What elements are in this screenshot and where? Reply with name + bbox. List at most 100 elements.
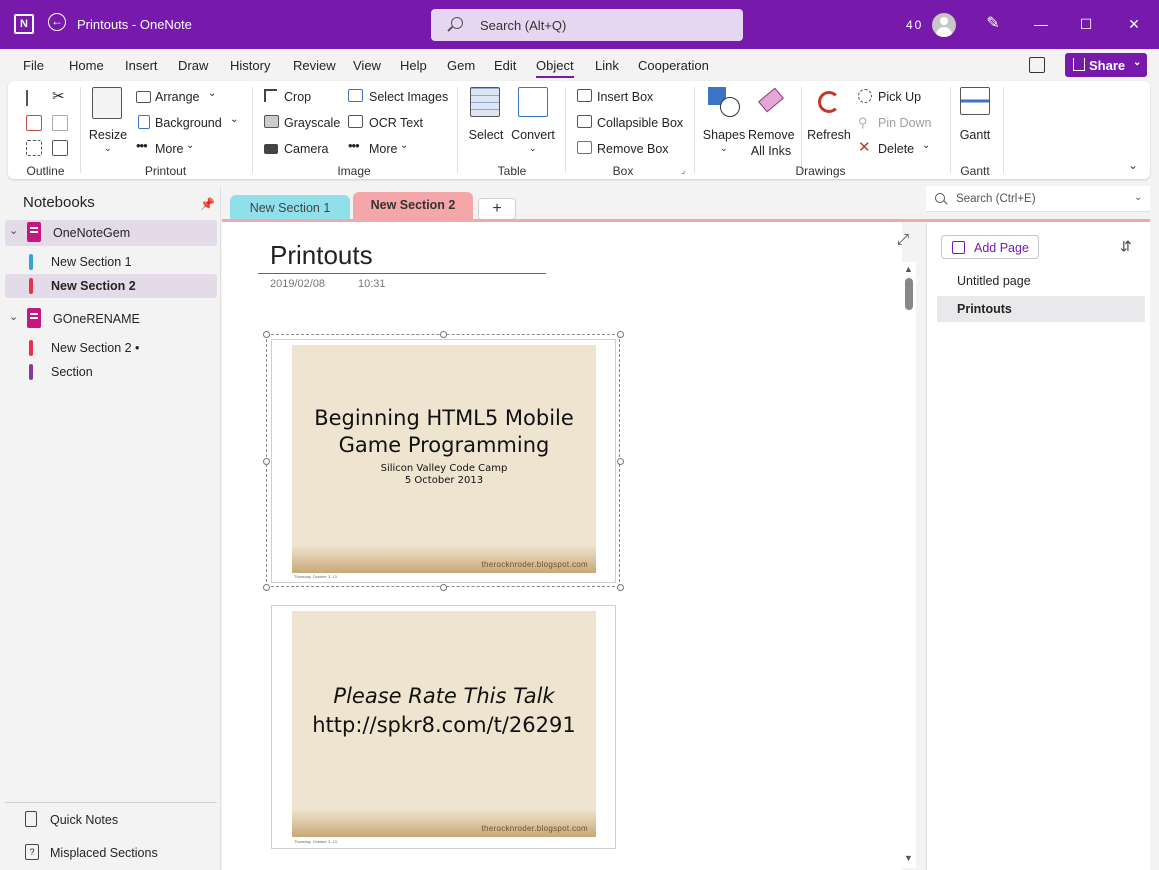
pen-icon[interactable]: ✎ bbox=[983, 14, 1003, 34]
paste-icon[interactable] bbox=[52, 115, 68, 131]
notebook-navigation: Notebooks 📌 ⌄ OneNoteGem New Section 1 N… bbox=[0, 186, 221, 870]
divider bbox=[801, 87, 802, 173]
tab-gem[interactable]: Gem bbox=[447, 58, 475, 73]
quick-notes[interactable]: Quick Notes bbox=[5, 808, 217, 832]
notebook-view-icon[interactable] bbox=[1029, 57, 1045, 73]
search-box[interactable]: Search (Alt+Q) bbox=[431, 9, 743, 41]
dialog-launcher-icon[interactable]: ⌟ bbox=[681, 165, 685, 176]
search-icon bbox=[935, 193, 945, 203]
pin-icon[interactable]: 📌 bbox=[200, 197, 215, 211]
resize-handle[interactable] bbox=[263, 331, 270, 338]
resize-handle[interactable] bbox=[263, 458, 270, 465]
scroll-up-arrow-icon[interactable]: ▲ bbox=[904, 264, 913, 274]
page-list-panel: Add Page ⇵ Untitled page Printouts bbox=[926, 222, 1150, 870]
table-select-label: Select bbox=[468, 128, 504, 142]
tab-edit[interactable]: Edit bbox=[494, 58, 516, 73]
printout-page-2[interactable]: Please Rate This Talk http://spkr8.com/t… bbox=[271, 605, 616, 849]
section-color-bar bbox=[29, 340, 33, 356]
tab-history[interactable]: History bbox=[230, 58, 270, 73]
chevron-down-icon[interactable]: ⌄ bbox=[1134, 192, 1142, 203]
page-title[interactable]: Printouts bbox=[270, 240, 373, 271]
tab-new-section-1[interactable]: New Section 1 bbox=[230, 195, 350, 221]
chevron-down-icon[interactable]: ⌄ bbox=[9, 224, 18, 237]
ocr-text-label: OCR Text bbox=[369, 116, 423, 130]
close-button[interactable]: ✕ bbox=[1120, 12, 1148, 36]
notebook-label: OneNoteGem bbox=[53, 226, 131, 240]
tab-file[interactable]: File bbox=[23, 58, 44, 73]
tab-review[interactable]: Review bbox=[293, 58, 336, 73]
add-section-button[interactable]: + bbox=[478, 198, 516, 220]
scrollbar-thumb[interactable] bbox=[905, 278, 913, 310]
tab-cooperation[interactable]: Cooperation bbox=[638, 58, 709, 73]
tab-link[interactable]: Link bbox=[595, 58, 619, 73]
notebook-gonerename[interactable]: ⌄ GOneRENAME bbox=[5, 306, 217, 332]
misplaced-sections[interactable]: ? Misplaced Sections bbox=[5, 841, 217, 865]
divider bbox=[694, 87, 695, 173]
tab-draw[interactable]: Draw bbox=[178, 58, 208, 73]
convert-icon bbox=[518, 87, 548, 117]
more-icon: ••• bbox=[348, 138, 360, 153]
page-search[interactable]: Search (Ctrl+E) ⌄ bbox=[926, 186, 1150, 212]
resize-handle[interactable] bbox=[440, 584, 447, 591]
notebook-icon bbox=[27, 308, 41, 328]
resize-handle[interactable] bbox=[440, 331, 447, 338]
quick-notes-icon bbox=[25, 811, 37, 827]
add-page-icon bbox=[952, 241, 965, 254]
tab-home[interactable]: Home bbox=[69, 58, 104, 73]
resize-icon bbox=[92, 87, 122, 119]
ocr-icon bbox=[348, 115, 363, 128]
avatar[interactable] bbox=[932, 13, 956, 37]
notification-count[interactable]: 40 bbox=[906, 18, 923, 32]
notebook-onenotegem[interactable]: ⌄ OneNoteGem bbox=[5, 220, 217, 246]
remove-all-inks-label: Remove All Inks bbox=[748, 127, 795, 159]
group-label-table: Table bbox=[497, 164, 527, 178]
tab-insert[interactable]: Insert bbox=[125, 58, 158, 73]
tab-help[interactable]: Help bbox=[400, 58, 427, 73]
section-new-section-2[interactable]: New Section 2 bbox=[5, 274, 217, 298]
outline-structure-icon[interactable] bbox=[26, 115, 42, 131]
pick-up-icon bbox=[858, 89, 872, 103]
background-icon bbox=[138, 115, 150, 129]
chevron-down-icon[interactable]: ⌄ bbox=[9, 310, 18, 323]
slide-heading-line2: Game Programming bbox=[338, 433, 550, 457]
page-scrollbar[interactable]: ▲ ▼ bbox=[902, 262, 916, 868]
chevron-down-icon: ⌄ bbox=[720, 143, 728, 153]
scroll-down-arrow-icon[interactable]: ▼ bbox=[904, 853, 913, 863]
section-new-section-1[interactable]: New Section 1 bbox=[5, 250, 217, 274]
outline-select-icon[interactable] bbox=[26, 140, 42, 156]
resize-handle[interactable] bbox=[263, 584, 270, 591]
copy-icon[interactable] bbox=[52, 140, 68, 156]
section-label: Section bbox=[51, 365, 93, 379]
back-arrow-icon[interactable]: ← bbox=[48, 13, 66, 31]
tab-object[interactable]: Object bbox=[536, 58, 574, 78]
cut-icon[interactable]: ✂ bbox=[52, 89, 68, 105]
section-new-section-2[interactable]: New Section 2 • bbox=[5, 336, 217, 360]
printout-page-1[interactable]: Beginning HTML5 Mobile Game Programming … bbox=[271, 339, 616, 583]
group-label-gantt: Gantt bbox=[960, 164, 990, 178]
share-button[interactable]: Share ⌄ bbox=[1065, 53, 1147, 77]
expand-icon[interactable]: ⤢ bbox=[897, 231, 909, 248]
maximize-button[interactable]: ☐ bbox=[1072, 12, 1100, 36]
misplaced-sections-icon: ? bbox=[25, 844, 39, 860]
collapse-ribbon-icon[interactable]: ⌄ bbox=[1128, 158, 1138, 172]
section-section[interactable]: Section bbox=[5, 360, 217, 384]
resize-handle[interactable] bbox=[617, 331, 624, 338]
group-label-printout: Printout bbox=[144, 164, 187, 178]
section-label: New Section 2 bbox=[51, 279, 136, 293]
resize-handle[interactable] bbox=[617, 458, 624, 465]
tab-new-section-2[interactable]: New Section 2 bbox=[353, 192, 473, 221]
page-item-untitled[interactable]: Untitled page bbox=[937, 268, 1145, 294]
gantt-icon bbox=[960, 87, 990, 115]
remove-box-label: Remove Box bbox=[597, 142, 669, 156]
outline-indent-icon[interactable] bbox=[26, 90, 42, 106]
add-page-button[interactable]: Add Page bbox=[941, 235, 1039, 259]
page-item-printouts[interactable]: Printouts bbox=[937, 296, 1145, 322]
tab-view[interactable]: View bbox=[353, 58, 381, 73]
notebook-label: GOneRENAME bbox=[53, 312, 140, 326]
page-canvas[interactable]: Printouts 2019/02/08 10:31 ⤢ Beginning H… bbox=[222, 222, 909, 870]
minimize-button[interactable]: — bbox=[1027, 12, 1055, 36]
group-label-outline: Outline bbox=[26, 164, 65, 178]
onenote-icon[interactable]: N bbox=[14, 14, 34, 34]
resize-handle[interactable] bbox=[617, 584, 624, 591]
sort-icon[interactable]: ⇵ bbox=[1120, 238, 1132, 255]
